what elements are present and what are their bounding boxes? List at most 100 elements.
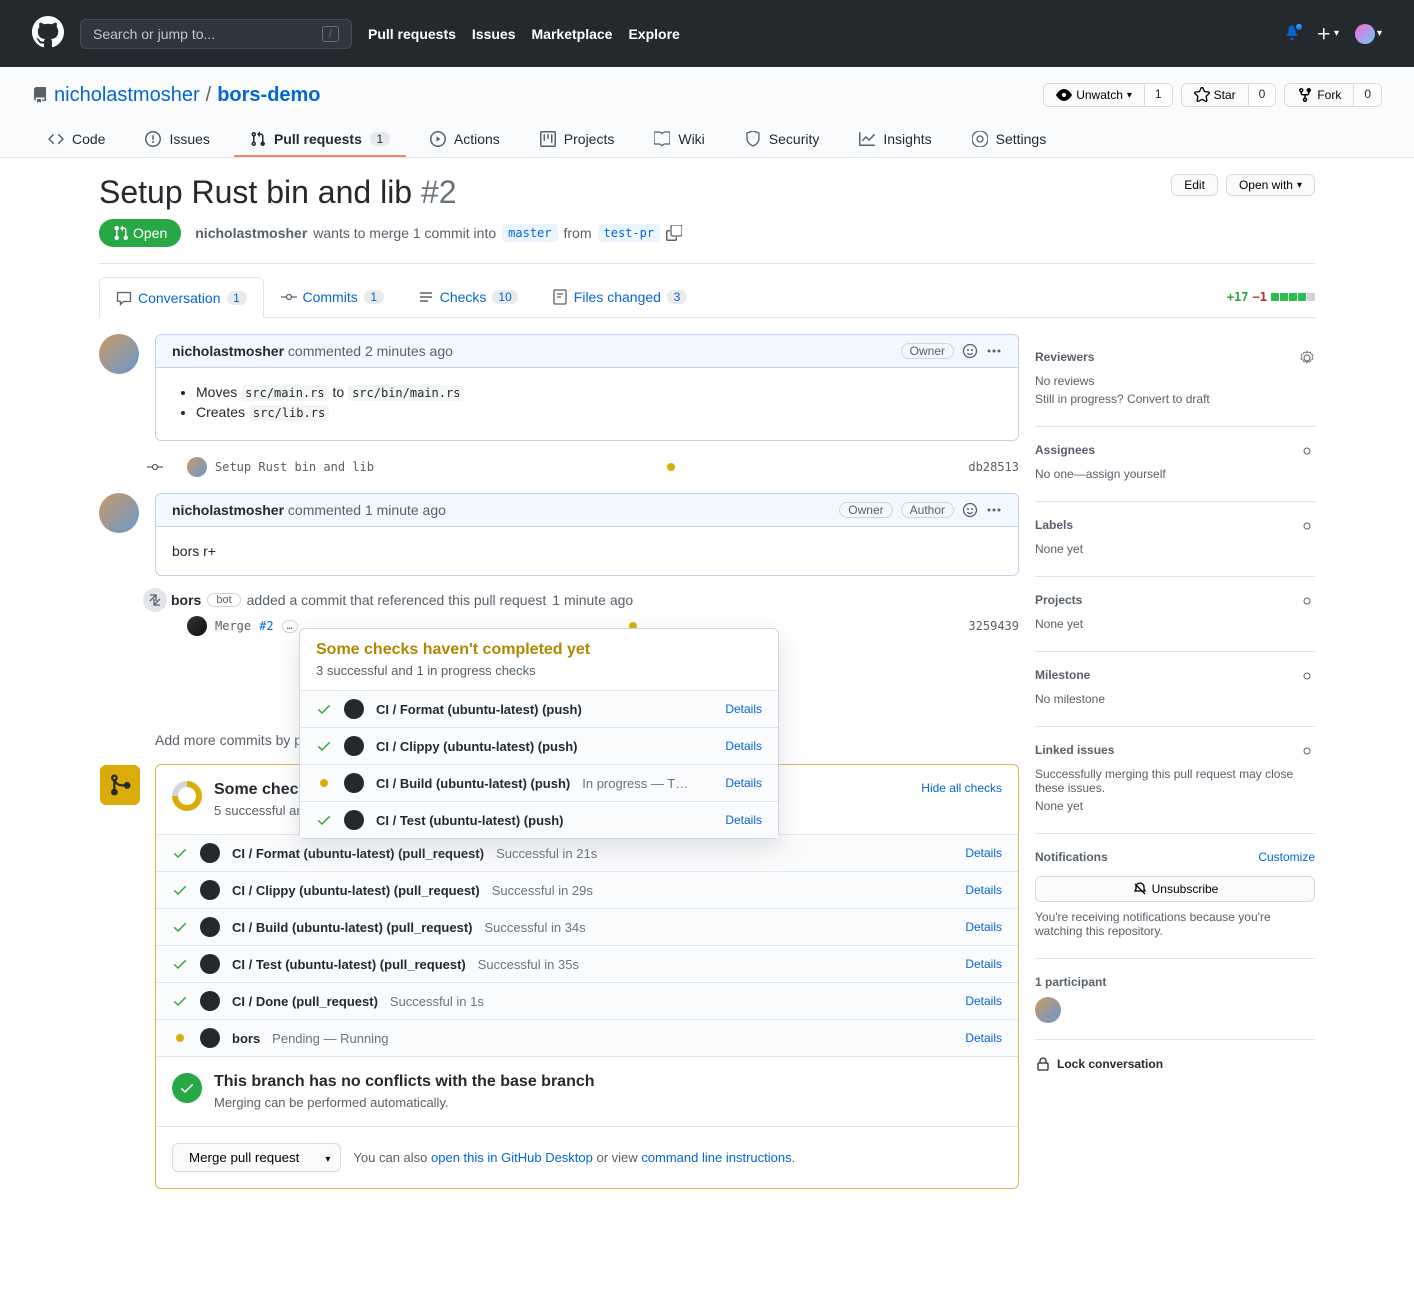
participant-avatar[interactable] (1035, 997, 1061, 1023)
hide-checks-link[interactable]: Hide all checks (921, 781, 1002, 818)
commit-sha[interactable]: 3259439 (968, 619, 1019, 633)
check-meta: Successful in 34s (485, 920, 586, 935)
gear-icon[interactable] (1299, 668, 1315, 684)
tab-files[interactable]: Files changed3 (535, 276, 704, 317)
merge-badge-icon (100, 765, 140, 805)
nav-pulls[interactable]: Pull requests (368, 26, 456, 42)
emoji-icon[interactable] (962, 502, 978, 518)
kebab-icon[interactable] (986, 502, 1002, 518)
kebab-icon[interactable] (986, 343, 1002, 359)
avatar[interactable] (187, 457, 207, 477)
check-name: CI / Clippy (ubuntu-latest) (push) (376, 739, 577, 754)
add-dropdown[interactable]: ▾ (1316, 26, 1339, 42)
fork-button[interactable]: Fork (1284, 83, 1354, 107)
check-details-link[interactable]: Details (965, 920, 1002, 934)
check-pending-icon (316, 779, 332, 787)
edit-button[interactable]: Edit (1171, 174, 1218, 196)
merge-also-text: You can also open this in GitHub Desktop… (353, 1150, 795, 1165)
notifications-icon[interactable] (1284, 24, 1300, 43)
repo-header: nicholastmosher / bors-demo Unwatch ▾ 1 … (0, 67, 1414, 158)
nav-security[interactable]: Security (729, 123, 836, 157)
commit-msg[interactable]: Setup Rust bin and lib (215, 460, 374, 474)
head-branch[interactable]: test-pr (598, 224, 661, 242)
tab-commits[interactable]: Commits1 (264, 276, 401, 317)
check-row: CI / Done (pull_request) Successful in 1… (156, 982, 1018, 1019)
nav-issues[interactable]: Issues (129, 123, 225, 157)
gear-icon[interactable] (1299, 593, 1315, 609)
pending-donut-icon (166, 775, 208, 817)
open-with-button[interactable]: Open with ▾ (1226, 174, 1315, 196)
watch-button[interactable]: Unwatch ▾ (1043, 83, 1145, 107)
nav-wiki[interactable]: Wiki (638, 123, 720, 157)
comment-author[interactable]: nicholastmosher (172, 343, 284, 359)
event-time[interactable]: 1 minute ago (552, 592, 633, 608)
check-details-link[interactable]: Details (965, 846, 1002, 860)
repo-name[interactable]: bors-demo (217, 84, 320, 106)
comment-author[interactable]: nicholastmosher (172, 502, 284, 518)
fork-count[interactable]: 0 (1354, 83, 1382, 107)
check-row: CI / Build (ubuntu-latest) (push) In pro… (300, 764, 778, 801)
pr-state-badge: Open (99, 219, 181, 247)
nav-marketplace[interactable]: Marketplace (532, 26, 613, 42)
lock-conversation-link[interactable]: Lock conversation (1035, 1056, 1315, 1072)
emoji-icon[interactable] (962, 343, 978, 359)
star-count[interactable]: 0 (1249, 83, 1277, 107)
tab-conversation[interactable]: Conversation1 (99, 277, 264, 318)
avatar[interactable] (99, 493, 139, 533)
avatar (1355, 24, 1375, 44)
avatar[interactable] (187, 616, 207, 636)
nav-settings[interactable]: Settings (956, 123, 1063, 157)
referenced-commit: Merge #2 … 3259439 Some checks haven't c… (99, 616, 1019, 636)
check-details-link[interactable]: Details (965, 883, 1002, 897)
unsubscribe-button[interactable]: Unsubscribe (1035, 876, 1315, 902)
gear-icon[interactable] (1299, 443, 1315, 459)
global-header: Search or jump to... / Pull requests Iss… (0, 0, 1414, 67)
check-row: bors Pending — RunningDetails (156, 1019, 1018, 1056)
commit-ref[interactable]: #2 (259, 619, 273, 633)
check-details-link[interactable]: Details (965, 1031, 1002, 1045)
pr-author[interactable]: nicholastmosher (195, 225, 307, 241)
copy-icon[interactable] (666, 225, 682, 241)
gear-icon[interactable] (1299, 350, 1315, 366)
star-button[interactable]: Star (1181, 83, 1249, 107)
nav-projects[interactable]: Projects (524, 123, 631, 157)
check-details-link[interactable]: Details (965, 994, 1002, 1008)
merge-button[interactable]: Merge pull request (172, 1143, 316, 1172)
watch-count[interactable]: 1 (1145, 83, 1173, 107)
sidebar-linked-title: Linked issues (1035, 743, 1114, 759)
event-actor[interactable]: bors (171, 592, 201, 608)
merge-dropdown[interactable]: ▾ (315, 1143, 341, 1172)
nav-explore[interactable]: Explore (628, 26, 679, 42)
github-logo[interactable] (32, 16, 64, 51)
repo-owner[interactable]: nicholastmosher (54, 84, 200, 107)
check-details-link[interactable]: Details (725, 702, 762, 716)
ellipsis-button[interactable]: … (282, 620, 298, 633)
nav-code[interactable]: Code (32, 123, 121, 157)
assign-yourself-link[interactable]: No one—assign yourself (1035, 467, 1166, 481)
check-details-link[interactable]: Details (725, 739, 762, 753)
search-input[interactable]: Search or jump to... / (80, 19, 352, 49)
check-name: CI / Format (ubuntu-latest) (pull_reques… (232, 846, 484, 861)
nav-insights[interactable]: Insights (843, 123, 947, 157)
nav-issues[interactable]: Issues (472, 26, 516, 42)
nav-pulls[interactable]: Pull requests1 (234, 123, 406, 157)
commit-sha[interactable]: db28513 (968, 460, 1019, 474)
github-icon (344, 773, 364, 793)
avatar[interactable] (99, 334, 139, 374)
tab-checks[interactable]: Checks10 (401, 276, 535, 317)
comment-time[interactable]: 1 minute ago (365, 502, 446, 518)
status-dot[interactable] (667, 463, 675, 471)
popup-title: Some checks haven't completed yet (316, 641, 762, 659)
check-details-link[interactable]: Details (725, 776, 762, 790)
comment-time[interactable]: 2 minutes ago (365, 343, 453, 359)
gear-icon[interactable] (1299, 743, 1315, 759)
check-details-link[interactable]: Details (725, 813, 762, 827)
convert-draft-link[interactable]: Still in progress? Convert to draft (1035, 392, 1210, 406)
check-details-link[interactable]: Details (965, 957, 1002, 971)
gear-icon[interactable] (1299, 518, 1315, 534)
user-menu[interactable]: ▾ (1355, 24, 1382, 44)
customize-link[interactable]: Customize (1258, 850, 1315, 864)
nav-actions[interactable]: Actions (414, 123, 516, 157)
base-branch[interactable]: master (502, 224, 557, 242)
check-pass-icon (172, 919, 188, 935)
